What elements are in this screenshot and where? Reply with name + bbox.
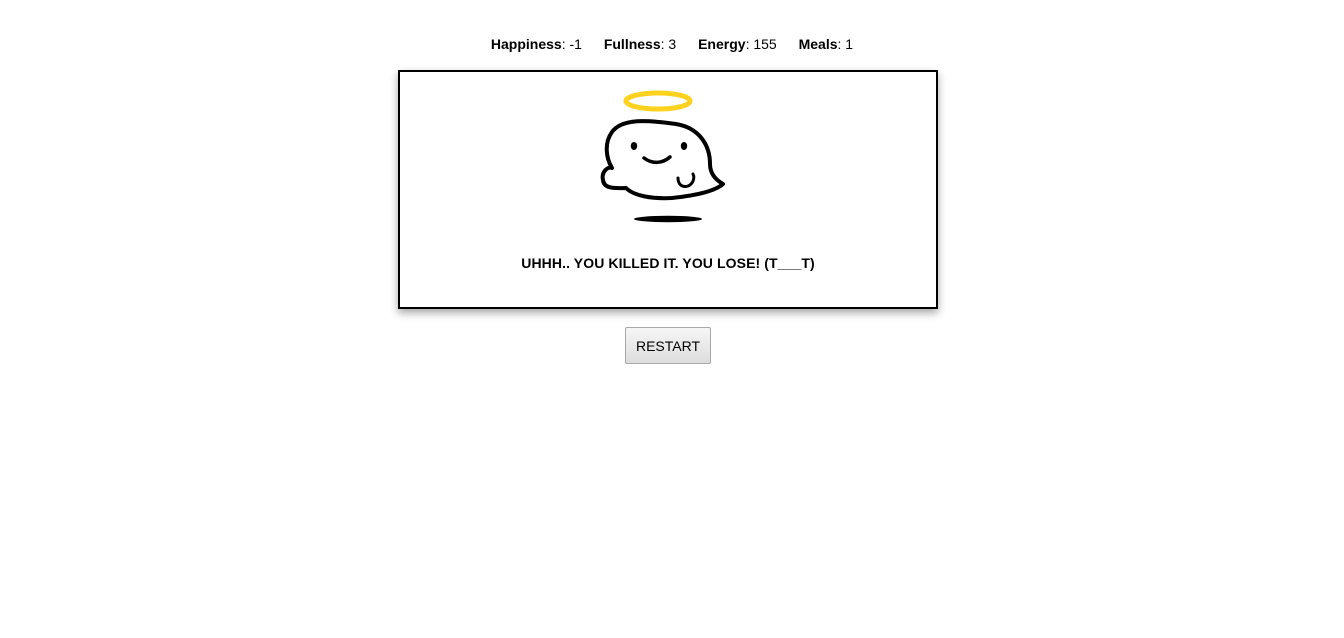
- angel-ghost-icon: [600, 90, 725, 223]
- stat-meals-label: Meals: [798, 36, 838, 52]
- stat-energy: Energy: 155: [698, 35, 777, 53]
- restart-button[interactable]: RESTART: [625, 327, 711, 364]
- stat-meals: Meals: 1: [799, 35, 854, 53]
- pet-display-panel: UHHH.. YOU KILLED IT. YOU LOSE! (T___T): [398, 70, 938, 309]
- stat-energy-label: Energy: [698, 36, 746, 52]
- stats-bar: Happiness: -1 Fullness: 3 Energy: 155 Me…: [0, 35, 1344, 53]
- stat-happiness-label: Happiness: [490, 36, 562, 52]
- halo-icon: [623, 90, 693, 112]
- ghost-shadow: [634, 215, 702, 223]
- stat-happiness: Happiness: -1: [491, 35, 582, 53]
- game-over-message: UHHH.. YOU KILLED IT. YOU LOSE! (T___T): [521, 255, 815, 271]
- stat-energy-value: : 155: [745, 36, 777, 52]
- stat-fullness-value: : 3: [660, 36, 677, 52]
- stat-happiness-value: : -1: [561, 36, 582, 52]
- stat-fullness: Fullness: 3: [604, 35, 676, 53]
- stat-meals-value: : 1: [837, 36, 854, 52]
- ghost-left-eye: [630, 142, 638, 150]
- ghost-right-eye: [680, 142, 688, 150]
- stat-fullness-label: Fullness: [603, 36, 661, 52]
